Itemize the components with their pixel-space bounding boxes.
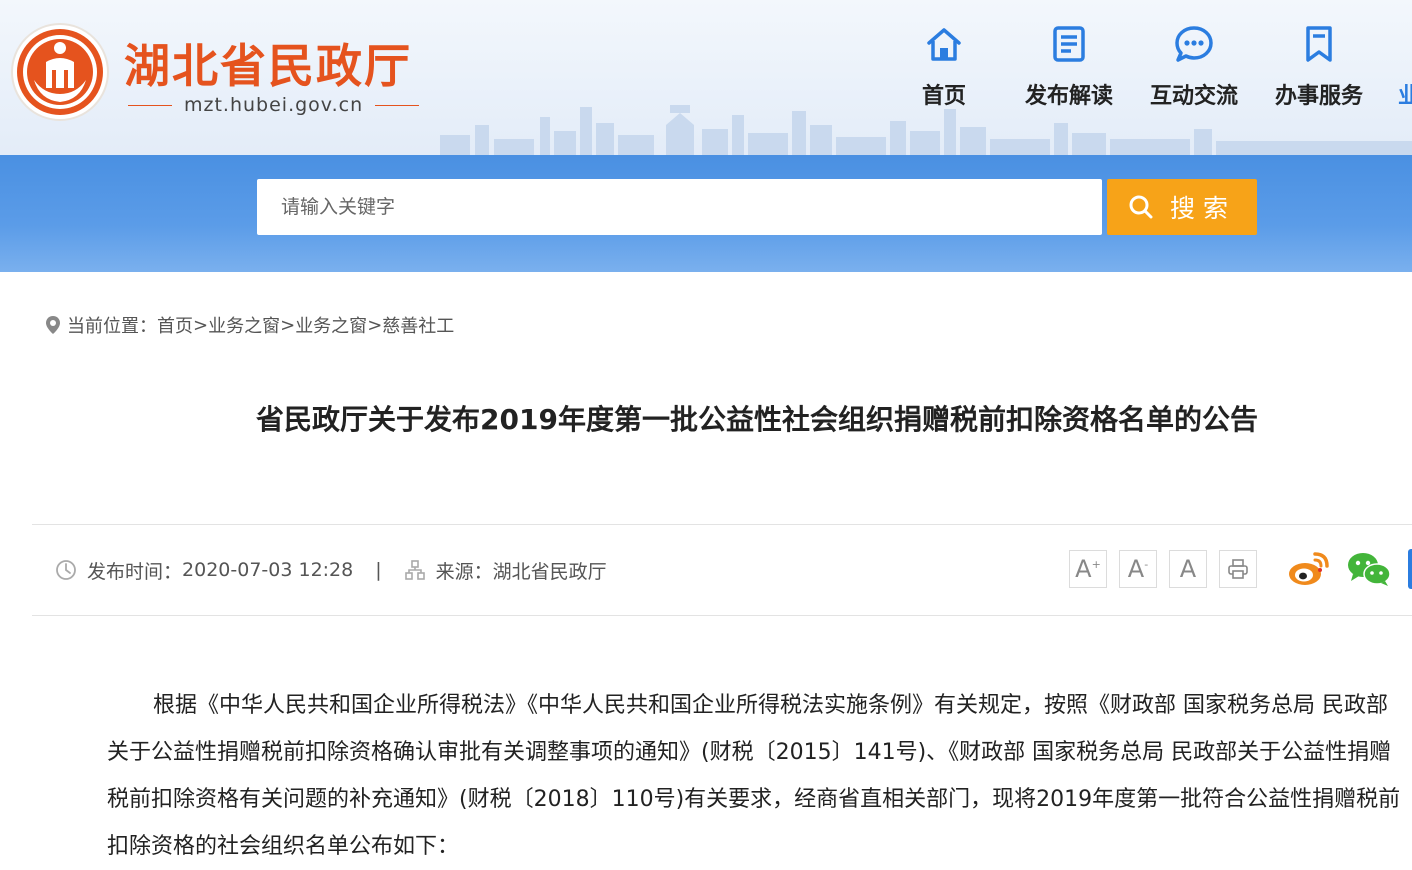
chat-icon	[1175, 26, 1213, 62]
publish-label: 发布时间：	[87, 560, 183, 583]
breadcrumb-link-charity[interactable]: 慈善社工	[382, 312, 454, 338]
nav-label: 互动交流	[1149, 84, 1238, 109]
article-meta: 发布时间： 2020-07-03 12:28 | 来源： 湖北省民政厅	[55, 555, 607, 585]
nav-label: 办事服务	[1274, 84, 1363, 109]
home-icon	[927, 28, 961, 61]
nav-item-home[interactable]: 首页	[889, 24, 999, 110]
publish-time: 2020-07-03 12:28	[182, 559, 354, 581]
nav-label: 发布解读	[1024, 84, 1113, 109]
breadcrumb: 当前位置： 首页 > 业务之窗 > 业务之窗 > 慈善社工	[45, 312, 454, 338]
nav-item-business-partial[interactable]: 业	[1398, 24, 1412, 110]
article-body: 根据《中华人民共和国企业所得税法》《中华人民共和国企业所得税法实施条例》有关规定…	[107, 693, 1401, 859]
site-name: 湖北省民政厅	[124, 39, 412, 93]
source-label: 来源：	[435, 560, 493, 583]
nav-label: 业	[1398, 84, 1412, 109]
breadcrumb-prefix: 当前位置：	[67, 316, 157, 337]
print-icon	[1228, 559, 1248, 579]
search-input[interactable]	[257, 179, 1102, 235]
source-org-icon	[404, 560, 425, 580]
document-icon	[1053, 26, 1085, 62]
source-name: 湖北省民政厅	[492, 560, 607, 583]
nav-item-services[interactable]: 办事服务	[1264, 24, 1374, 110]
decorative-line	[128, 104, 172, 106]
decorative-line	[375, 104, 420, 106]
nav-label: 首页	[921, 84, 966, 109]
ministry-emblem-logo	[11, 23, 109, 121]
article-title: 省民政厅关于发布2019年度第一批公益性社会组织捐赠税前扣除资格名单的公告	[256, 403, 1258, 436]
divider-line	[32, 615, 1412, 616]
weibo-share-icon[interactable]	[1287, 550, 1331, 588]
search-button[interactable]: 搜索	[1107, 179, 1257, 235]
font-reset-button[interactable]: A	[1169, 550, 1207, 588]
site-header: 湖北省民政厅 mzt.hubei.gov.cn 首页 发布解读 互动交流 办事服…	[0, 0, 1412, 155]
bookmark-icon	[1306, 26, 1332, 62]
minus-mark: -	[1144, 557, 1149, 571]
font-reset-label: A	[1179, 555, 1197, 583]
font-decrease-button[interactable]: A-	[1119, 550, 1157, 588]
breadcrumb-link-business[interactable]: 业务之窗	[208, 312, 280, 338]
search-button-label: 搜索	[1169, 194, 1236, 223]
share-more-button-edge[interactable]	[1408, 549, 1412, 589]
breadcrumb-link-business-2[interactable]: 业务之窗	[295, 312, 367, 338]
breadcrumb-separator: >	[193, 314, 209, 336]
divider-line	[32, 524, 1412, 525]
search-icon	[1129, 195, 1153, 219]
font-increase-button[interactable]: A +	[1069, 550, 1107, 588]
location-pin-icon	[46, 316, 60, 334]
article-card: 当前位置： 首页 > 业务之窗 > 业务之窗 > 慈善社工 省民政厅关于发布20…	[7, 272, 1412, 859]
breadcrumb-separator: >	[280, 314, 296, 336]
font-increase-label: A	[1075, 555, 1092, 583]
breadcrumb-separator: >	[367, 314, 383, 336]
nav-item-interaction[interactable]: 互动交流	[1139, 24, 1249, 110]
print-button[interactable]	[1219, 550, 1257, 588]
meta-divider: |	[375, 559, 382, 581]
search-band: 搜索	[0, 155, 1412, 272]
breadcrumb-link-home[interactable]: 首页	[157, 312, 193, 338]
site-url-row: mzt.hubei.gov.cn	[128, 94, 420, 116]
wechat-share-icon[interactable]	[1347, 550, 1391, 588]
font-decrease-label: A	[1127, 555, 1145, 583]
site-url: mzt.hubei.gov.cn	[184, 94, 364, 116]
plus-mark: +	[1091, 557, 1101, 571]
clock-icon	[56, 560, 76, 580]
nav-item-releases[interactable]: 发布解读	[1014, 24, 1124, 110]
